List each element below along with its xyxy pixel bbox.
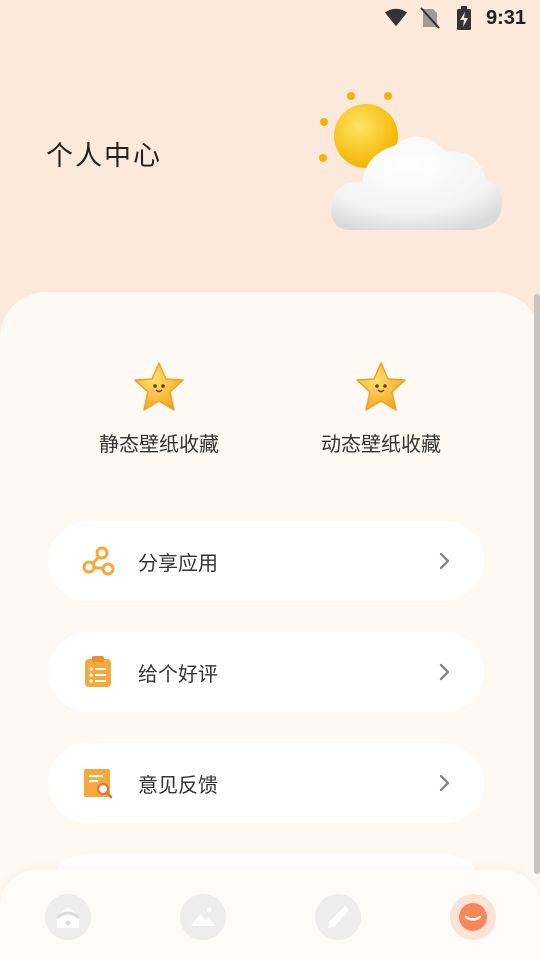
share-app-button[interactable]: 分享应用 [48,521,484,601]
home-icon [55,907,81,928]
battery-charging-icon [452,6,476,30]
star-icon [134,362,184,411]
chevron-right-icon [439,663,450,681]
clipboard-list-icon [82,656,114,688]
face-icon [459,903,487,931]
status-time: 9:31 [485,6,526,29]
rate-app-button[interactable]: 给个好评 [48,632,484,712]
no-sim-icon [418,6,442,30]
static-wallpaper-favorites-button[interactable]: 静态壁纸收藏 [69,360,249,457]
image-icon [191,907,215,926]
wifi-icon [384,6,408,30]
scrollbar[interactable] [534,294,540,874]
tab-home[interactable] [45,894,91,940]
sun-behind-cloud-icon [310,84,510,244]
live-wallpaper-favorites-button[interactable]: 动态壁纸收藏 [291,360,471,457]
share-app-label: 分享应用 [138,550,218,575]
bottom-tab-bar [0,870,540,960]
star-icon [356,362,406,411]
live-wallpaper-favorites-label: 动态壁纸收藏 [321,432,441,456]
status-bar: 9:31 [0,0,540,36]
pencil-icon [328,906,349,928]
tab-edit[interactable] [315,894,361,940]
chevron-right-icon [439,552,450,570]
chevron-right-icon [439,774,450,792]
feedback-button[interactable]: 意见反馈 [48,743,484,823]
static-wallpaper-favorites-label: 静态壁纸收藏 [99,432,219,456]
tab-wallpaper[interactable] [180,894,226,940]
rate-app-label: 给个好评 [138,661,218,686]
page-title: 个人中心 [46,141,162,172]
tab-profile[interactable] [450,894,496,940]
share-icon [82,545,114,577]
feedback-search-icon [82,767,114,799]
feedback-label: 意见反馈 [138,772,218,797]
